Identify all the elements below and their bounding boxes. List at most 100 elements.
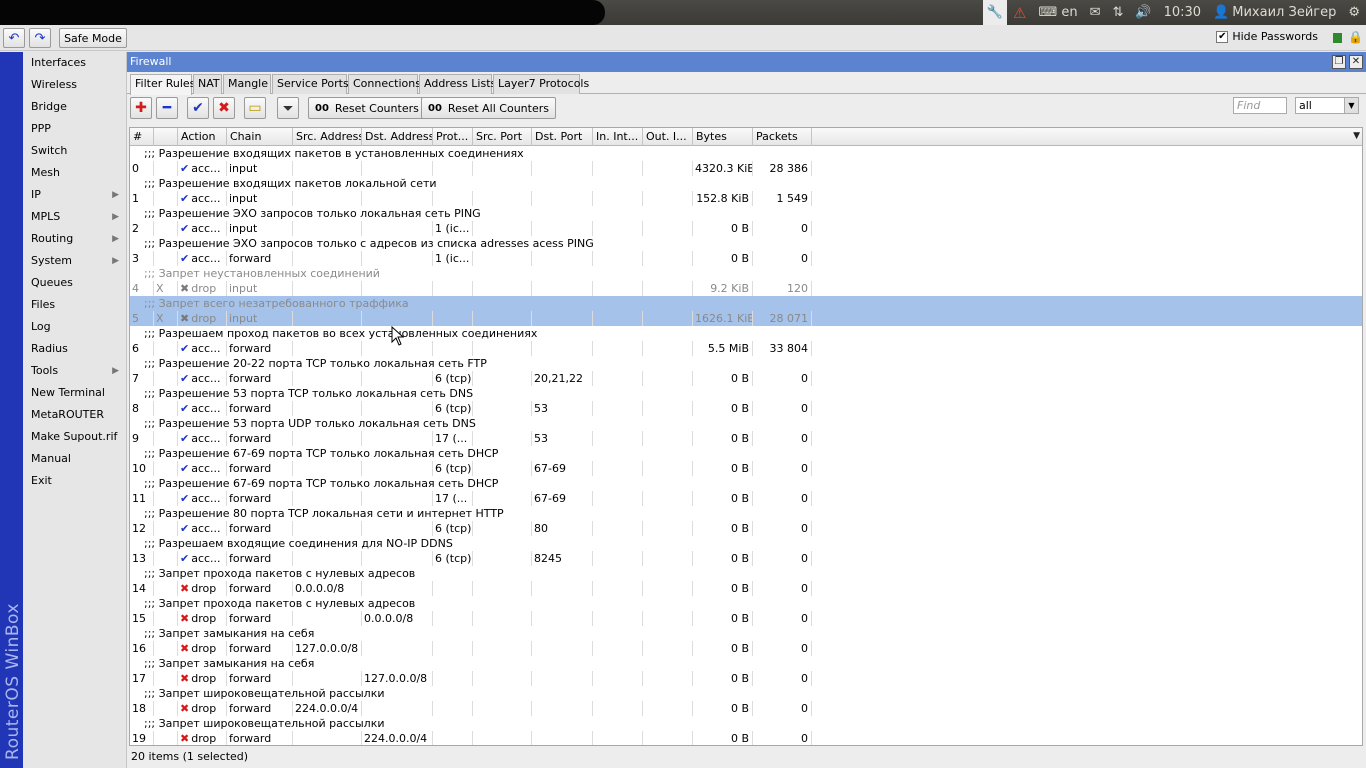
sidebar-item-wireless[interactable]: Wireless <box>23 74 126 96</box>
table-row[interactable]: 1 ✔ acc... input 152.8 KiB 1 549 <box>130 191 1362 206</box>
rule-comment-row[interactable]: ;;; Запрет неустановленных соединений <box>130 266 1362 281</box>
undo-button[interactable]: ↶ <box>3 28 25 48</box>
disable-rule-button[interactable]: ✖ <box>213 97 235 119</box>
sidebar-item-routing[interactable]: Routing ▶ <box>23 228 126 250</box>
sidebar-item-make-supout-rif[interactable]: Make Supout.rif <box>23 426 126 448</box>
table-row[interactable]: 3 ✔ acc... forward 1 (ic... 0 B0 <box>130 251 1362 266</box>
sidebar-item-queues[interactable]: Queues <box>23 272 126 294</box>
hide-passwords-checkbox[interactable]: ✔ <box>1216 30 1229 43</box>
rule-comment-row[interactable]: ;;; Запрет замыкания на себя <box>130 626 1362 641</box>
filter-button[interactable]: ⏷ <box>277 97 299 119</box>
mail-icon[interactable]: ✉ <box>1084 0 1107 25</box>
tab-service-ports[interactable]: Service Ports <box>272 74 349 94</box>
volume-icon[interactable]: 🔊 <box>1129 0 1157 25</box>
sidebar-item-log[interactable]: Log <box>23 316 126 338</box>
col-packets-header[interactable]: Packets <box>753 128 812 146</box>
tab-nat[interactable]: NAT <box>193 74 222 94</box>
rule-comment-row[interactable]: ;;; Разрешение 20-22 порта TCP только ло… <box>130 356 1362 371</box>
safe-mode-button[interactable]: Safe Mode <box>59 28 127 48</box>
sidebar-item-mpls[interactable]: MPLS ▶ <box>23 206 126 228</box>
comment-button[interactable]: ▭ <box>244 97 266 119</box>
sidebar-item-files[interactable]: Files <box>23 294 126 316</box>
rule-comment-row[interactable]: ;;; Запрет замыкания на себя <box>130 656 1362 671</box>
rule-comment-row[interactable]: ;;; Запрет всего незатребованного траффи… <box>130 296 1362 311</box>
table-row[interactable]: 2 ✔ acc... input 1 (ic... 0 B0 <box>130 221 1362 236</box>
sidebar-item-interfaces[interactable]: Interfaces <box>23 52 126 74</box>
tab-filter-rules[interactable]: Filter Rules <box>130 74 195 95</box>
table-row[interactable]: 5 X ✖ drop input 1626.1 KiB 28 071 <box>130 311 1362 326</box>
network-icon[interactable]: ⇅ <box>1107 0 1130 25</box>
remove-rule-button[interactable]: ━ <box>156 97 178 119</box>
hide-passwords-toggle[interactable]: ✔ Hide Passwords <box>1216 30 1318 43</box>
indicator-icon[interactable]: 🔧 <box>983 0 1007 25</box>
filter-select[interactable]: all ▼ <box>1295 97 1359 114</box>
col-chain-header[interactable]: Chain <box>227 128 293 146</box>
reset-all-counters-button[interactable]: 00 Reset All Counters <box>421 97 556 119</box>
columns-menu-icon[interactable]: ▼ <box>1353 131 1360 141</box>
col-dst-address-header[interactable]: Dst. Address <box>362 128 433 146</box>
col-action-header[interactable]: Action <box>178 128 227 146</box>
sidebar-item-bridge[interactable]: Bridge <box>23 96 126 118</box>
table-row[interactable]: 18 ✖ drop forward 224.0.0.0/4 0 B0 <box>130 701 1362 716</box>
col-protocol-header[interactable]: Prot... <box>433 128 473 146</box>
rule-comment-row[interactable]: ;;; Запрет широковещательной рассылки <box>130 686 1362 701</box>
rule-comment-row[interactable]: ;;; Разрешение 53 порта UDP только локал… <box>130 416 1362 431</box>
col-src-address-header[interactable]: Src. Address <box>293 128 362 146</box>
sidebar-item-mesh[interactable]: Mesh <box>23 162 126 184</box>
col-dst-port-header[interactable]: Dst. Port <box>532 128 593 146</box>
gear-icon[interactable]: ⚙ <box>1342 0 1366 25</box>
col-bytes-header[interactable]: Bytes <box>693 128 753 146</box>
redo-button[interactable]: ↷ <box>29 28 51 48</box>
table-row[interactable]: 13 ✔ acc... forward 6 (tcp) 8245 0 B0 <box>130 551 1362 566</box>
col-number-header[interactable]: # <box>130 128 154 146</box>
table-row[interactable]: 0 ✔ acc... input 4320.3 KiB 28 386 <box>130 161 1362 176</box>
rule-comment-row[interactable]: ;;; Запрет прохода пакетов с нулевых адр… <box>130 566 1362 581</box>
tab-connections[interactable]: Connections <box>348 74 421 94</box>
rule-comment-row[interactable]: ;;; Разрешение 53 порта TCP только локал… <box>130 386 1362 401</box>
sidebar-item-ip[interactable]: IP ▶ <box>23 184 126 206</box>
col-out-interface-header[interactable]: Out. I... <box>643 128 693 146</box>
rule-comment-row[interactable]: ;;; Разрешение ЭХО запросов только с адр… <box>130 236 1362 251</box>
table-row[interactable]: 12 ✔ acc... forward 6 (tcp) 80 0 B0 <box>130 521 1362 536</box>
rule-comment-row[interactable]: ;;; Разрешение 67-69 порта TCP только ло… <box>130 476 1362 491</box>
table-row[interactable]: 19 ✖ drop forward 224.0.0.0/4 0 B0 <box>130 731 1362 745</box>
rule-comment-row[interactable]: ;;; Разрешение входящих пакетов в устано… <box>130 146 1362 161</box>
rule-comment-row[interactable]: ;;; Разрешение 67-69 порта TCP только ло… <box>130 446 1362 461</box>
user-menu[interactable]: 👤 Михаил Зейгер <box>1207 0 1342 25</box>
table-row[interactable]: 14 ✖ drop forward 0.0.0.0/8 0 B0 <box>130 581 1362 596</box>
restore-icon[interactable]: ❐ <box>1332 55 1346 69</box>
rule-comment-row[interactable]: ;;; Разрешение входящих пакетов локально… <box>130 176 1362 191</box>
rule-comment-row[interactable]: ;;; Разрешаем входящие соединения для NO… <box>130 536 1362 551</box>
sidebar-item-exit[interactable]: Exit <box>23 470 126 492</box>
sidebar-item-new-terminal[interactable]: New Terminal <box>23 382 126 404</box>
col-src-port-header[interactable]: Src. Port <box>473 128 532 146</box>
keyboard-icon[interactable]: ⌨ en <box>1032 0 1083 25</box>
table-row[interactable]: 11 ✔ acc... forward 17 (... 67-69 0 B0 <box>130 491 1362 506</box>
sidebar-item-tools[interactable]: Tools ▶ <box>23 360 126 382</box>
tab-address-lists[interactable]: Address Lists <box>419 74 496 94</box>
chevron-down-icon[interactable]: ▼ <box>1344 98 1358 113</box>
table-row[interactable]: 17 ✖ drop forward 127.0.0.0/8 0 B0 <box>130 671 1362 686</box>
table-row[interactable]: 16 ✖ drop forward 127.0.0.0/8 0 B0 <box>130 641 1362 656</box>
rule-comment-row[interactable]: ;;; Разрешение ЭХО запросов только локал… <box>130 206 1362 221</box>
add-rule-button[interactable]: ✚ <box>130 97 152 119</box>
table-row[interactable]: 8 ✔ acc... forward 6 (tcp) 53 0 B0 <box>130 401 1362 416</box>
table-row[interactable]: 9 ✔ acc... forward 17 (... 53 0 B0 <box>130 431 1362 446</box>
tab-mangle[interactable]: Mangle <box>223 74 271 94</box>
reset-counters-button[interactable]: 00 Reset Counters <box>308 97 426 119</box>
rule-comment-row[interactable]: ;;; Запрет прохода пакетов с нулевых адр… <box>130 596 1362 611</box>
sidebar-item-ppp[interactable]: PPP <box>23 118 126 140</box>
sidebar-item-radius[interactable]: Radius <box>23 338 126 360</box>
close-icon[interactable]: ✕ <box>1349 55 1363 69</box>
find-input[interactable]: Find <box>1233 97 1287 114</box>
sidebar-item-switch[interactable]: Switch <box>23 140 126 162</box>
rule-comment-row[interactable]: ;;; Разрешение 80 порта TCP локальная се… <box>130 506 1362 521</box>
warning-icon[interactable]: ⚠ <box>1007 0 1032 25</box>
rule-comment-row[interactable]: ;;; Разрешаем проход пакетов во всех уст… <box>130 326 1362 341</box>
sidebar-item-manual[interactable]: Manual <box>23 448 126 470</box>
table-row[interactable]: 6 ✔ acc... forward 5.5 MiB 33 804 <box>130 341 1362 356</box>
table-row[interactable]: 4 X ✖ drop input 9.2 KiB 120 <box>130 281 1362 296</box>
sidebar-item-metarouter[interactable]: MetaROUTER <box>23 404 126 426</box>
tab-layer7-protocols[interactable]: Layer7 Protocols <box>493 74 589 94</box>
enable-rule-button[interactable]: ✔ <box>187 97 209 119</box>
